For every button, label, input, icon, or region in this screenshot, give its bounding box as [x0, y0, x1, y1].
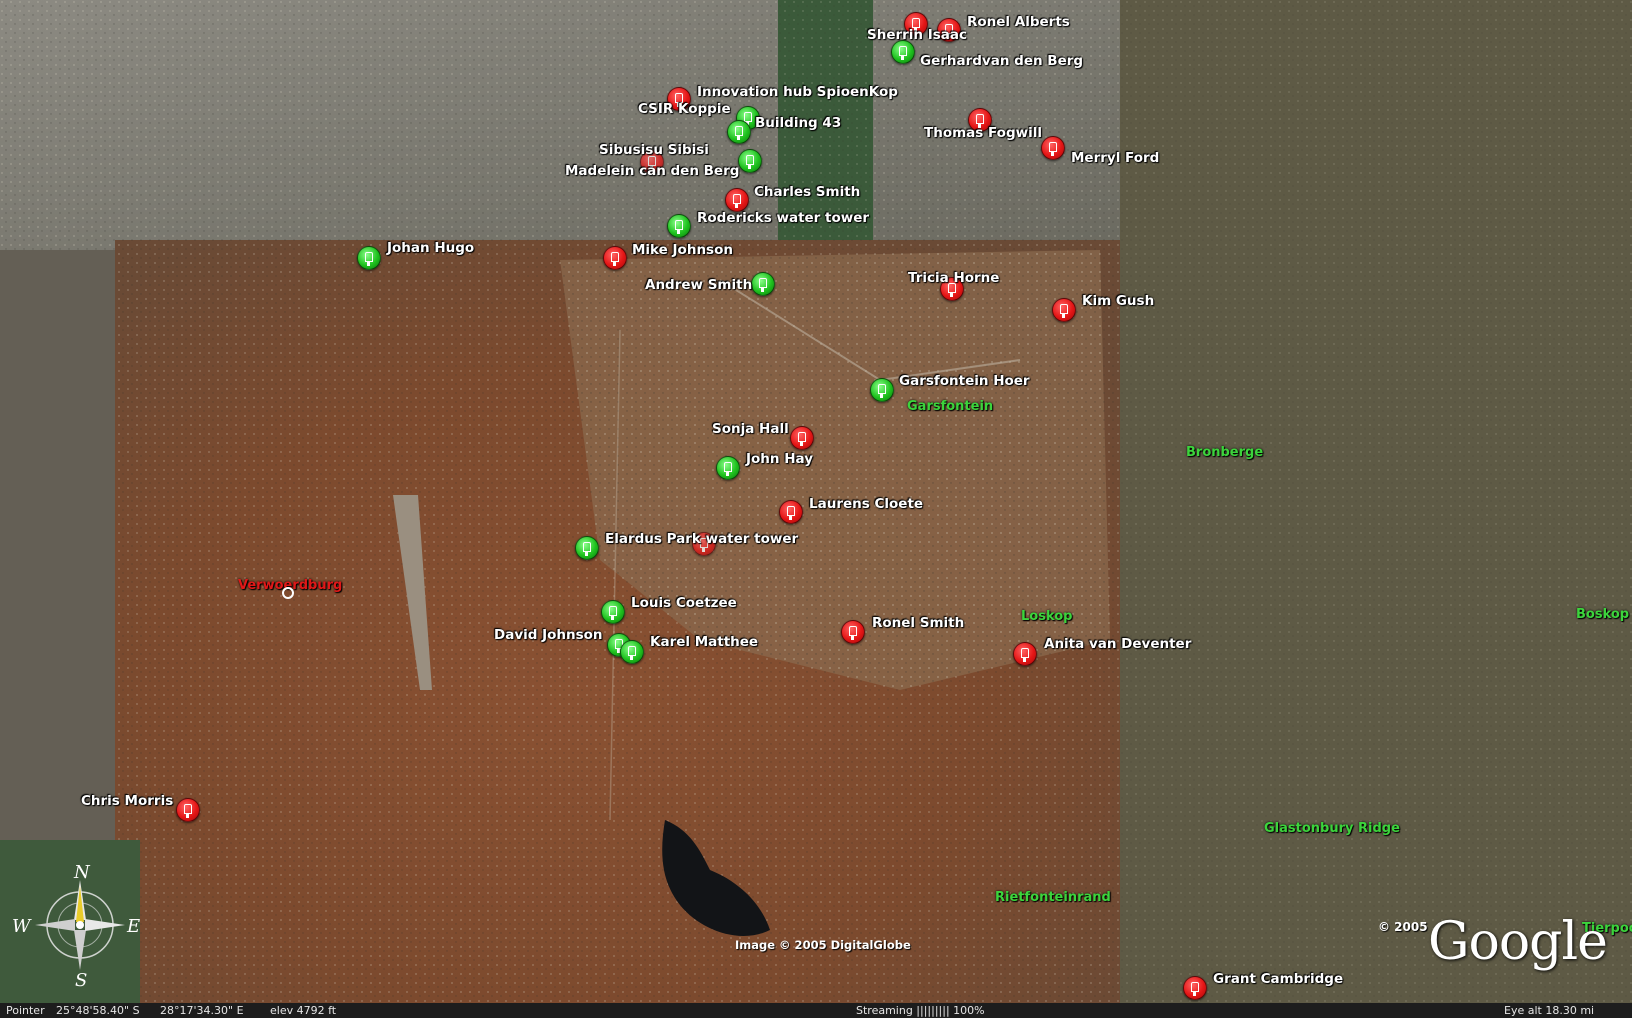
marker-icon: [787, 506, 795, 520]
streaming-status: Streaming ||||||||| 100%: [856, 1004, 985, 1017]
marker-label: Charles Smith: [754, 184, 861, 200]
place-label: Glastonbury Ridge: [1264, 821, 1400, 836]
marker-merryl-ford[interactable]: [1041, 136, 1065, 160]
marker-label: Louis Coetzee: [631, 595, 737, 611]
marker-label: Mike Johnson: [632, 242, 733, 258]
place-label: Bronberge: [1186, 445, 1264, 460]
marker-label: Sibusisu Sibisi: [599, 142, 709, 158]
marker-label: Innovation hub SpioenKop: [697, 84, 898, 100]
marker-label: Kim Gush: [1082, 293, 1155, 309]
marker-icon: [1191, 982, 1199, 996]
marker-icon: [675, 220, 683, 234]
imagery-credit: Image © 2005 DigitalGlobe: [735, 938, 911, 952]
pointer-latitude: 25°48'58.40" S: [56, 1004, 140, 1017]
marker-label: Chris Morris: [81, 793, 174, 809]
marker-icon: [628, 646, 636, 660]
marker-icon: [1021, 648, 1029, 662]
place-label: Loskop: [1021, 609, 1073, 624]
compass-n: N: [73, 862, 91, 883]
marker-label: Thomas Fogwill: [924, 125, 1042, 141]
pointer-label: Pointer: [6, 1004, 45, 1017]
marker-john-hay[interactable]: [716, 456, 740, 480]
google-logo: Google: [1428, 912, 1608, 972]
marker-icon: [759, 278, 767, 292]
place-label: Garsfontein: [907, 399, 994, 414]
marker-icon: [1049, 142, 1057, 156]
place-label: Boskop: [1576, 607, 1630, 622]
marker-label: Sonja Hall: [712, 421, 789, 437]
marker-anita-van-deventer[interactable]: [1013, 642, 1037, 666]
marker-icon: [976, 114, 984, 128]
marker-rodericks-water-tower[interactable]: [667, 214, 691, 238]
marker-label: Tricia Horne: [908, 270, 1000, 286]
marker-label: David Johnson: [494, 627, 603, 643]
marker-laurens-cloete[interactable]: [779, 500, 803, 524]
marker-label: John Hay: [746, 451, 814, 467]
marker-icon: [365, 252, 373, 266]
marker-label: Johan Hugo: [387, 240, 475, 256]
marker-label: Karel Matthee: [650, 634, 759, 650]
eye-altitude: Eye alt 18.30 mi: [1504, 1004, 1595, 1017]
marker-icon: [733, 194, 741, 208]
marker-label: Laurens Cloete: [809, 496, 924, 512]
marker-label: Madelein can den Berg: [565, 163, 740, 179]
marker-gerhardvan-den-berg[interactable]: [891, 40, 915, 64]
marker-mike-johnson[interactable]: [603, 246, 627, 270]
marker-icon: [746, 155, 754, 169]
marker-label: CSIR Koppie: [638, 101, 731, 117]
marker-label: Grant Cambridge: [1213, 971, 1344, 987]
marker-charles-smith[interactable]: [725, 188, 749, 212]
marker-madelein-can-den-berg[interactable]: [738, 149, 762, 173]
marker-label: Ronel Alberts: [967, 14, 1070, 30]
marker-icon: [744, 112, 752, 126]
marker-karel-matthee[interactable]: [620, 640, 644, 664]
pointer-longitude: 28°17'34.30" E: [160, 1004, 244, 1017]
marker-garsfontein-hoer[interactable]: [870, 378, 894, 402]
marker-label: Gerhardvan den Berg: [920, 53, 1084, 69]
marker-elardus-park-water-tower[interactable]: [575, 536, 599, 560]
place-label: Rietfonteinrand: [995, 890, 1111, 905]
marker-icon: [724, 462, 732, 476]
marker-label: Anita van Deventer: [1044, 636, 1192, 652]
marker-icon: [878, 384, 886, 398]
marker-label: Garsfontein Hoer: [899, 373, 1030, 389]
marker-ronel-smith[interactable]: [841, 620, 865, 644]
marker-andrew-smith[interactable]: [751, 272, 775, 296]
marker-icon: [849, 626, 857, 640]
marker-icon: [611, 252, 619, 266]
marker-icon: [1060, 304, 1068, 318]
marker-icon: [798, 432, 806, 446]
marker-icon: [609, 606, 617, 620]
marker-label: Rodericks water tower: [697, 210, 870, 226]
marker-icon: [184, 804, 192, 818]
marker-kim-gush[interactable]: [1052, 298, 1076, 322]
compass-w: W: [12, 916, 32, 937]
marker-johan-hugo[interactable]: [357, 246, 381, 270]
pointer-elevation: elev 4792 ft: [270, 1004, 337, 1017]
marker-label: Merryl Ford: [1071, 150, 1160, 166]
marker-sonja-hall[interactable]: [790, 426, 814, 450]
marker-chris-morris[interactable]: [176, 798, 200, 822]
marker-grant-cambridge[interactable]: [1183, 976, 1207, 1000]
marker-label: Sherrin Isaac: [867, 27, 968, 43]
marker-label: Andrew Smith: [645, 277, 753, 293]
marker-icon: [583, 542, 591, 556]
status-bar: Pointer 25°48'58.40" S 28°17'34.30" E el…: [0, 1003, 1632, 1018]
marker-label: Ronel Smith: [872, 615, 965, 631]
place-dot: [282, 587, 294, 599]
marker-icon: [899, 46, 907, 60]
marker-label: Building 43: [755, 115, 842, 131]
compass-icon[interactable]: N S W E: [10, 860, 150, 990]
copyright-year: © 2005: [1378, 920, 1428, 934]
marker-building-43[interactable]: [727, 120, 751, 144]
marker-louis-coetzee[interactable]: [601, 600, 625, 624]
map-view[interactable]: Ronel Alberts Sherrin Isaac Gerhardvan d…: [0, 0, 1632, 1003]
compass-e: E: [126, 916, 140, 937]
compass-s: S: [75, 970, 87, 990]
marker-label: Elardus Park water tower: [605, 531, 799, 547]
marker-icon: [735, 126, 743, 140]
